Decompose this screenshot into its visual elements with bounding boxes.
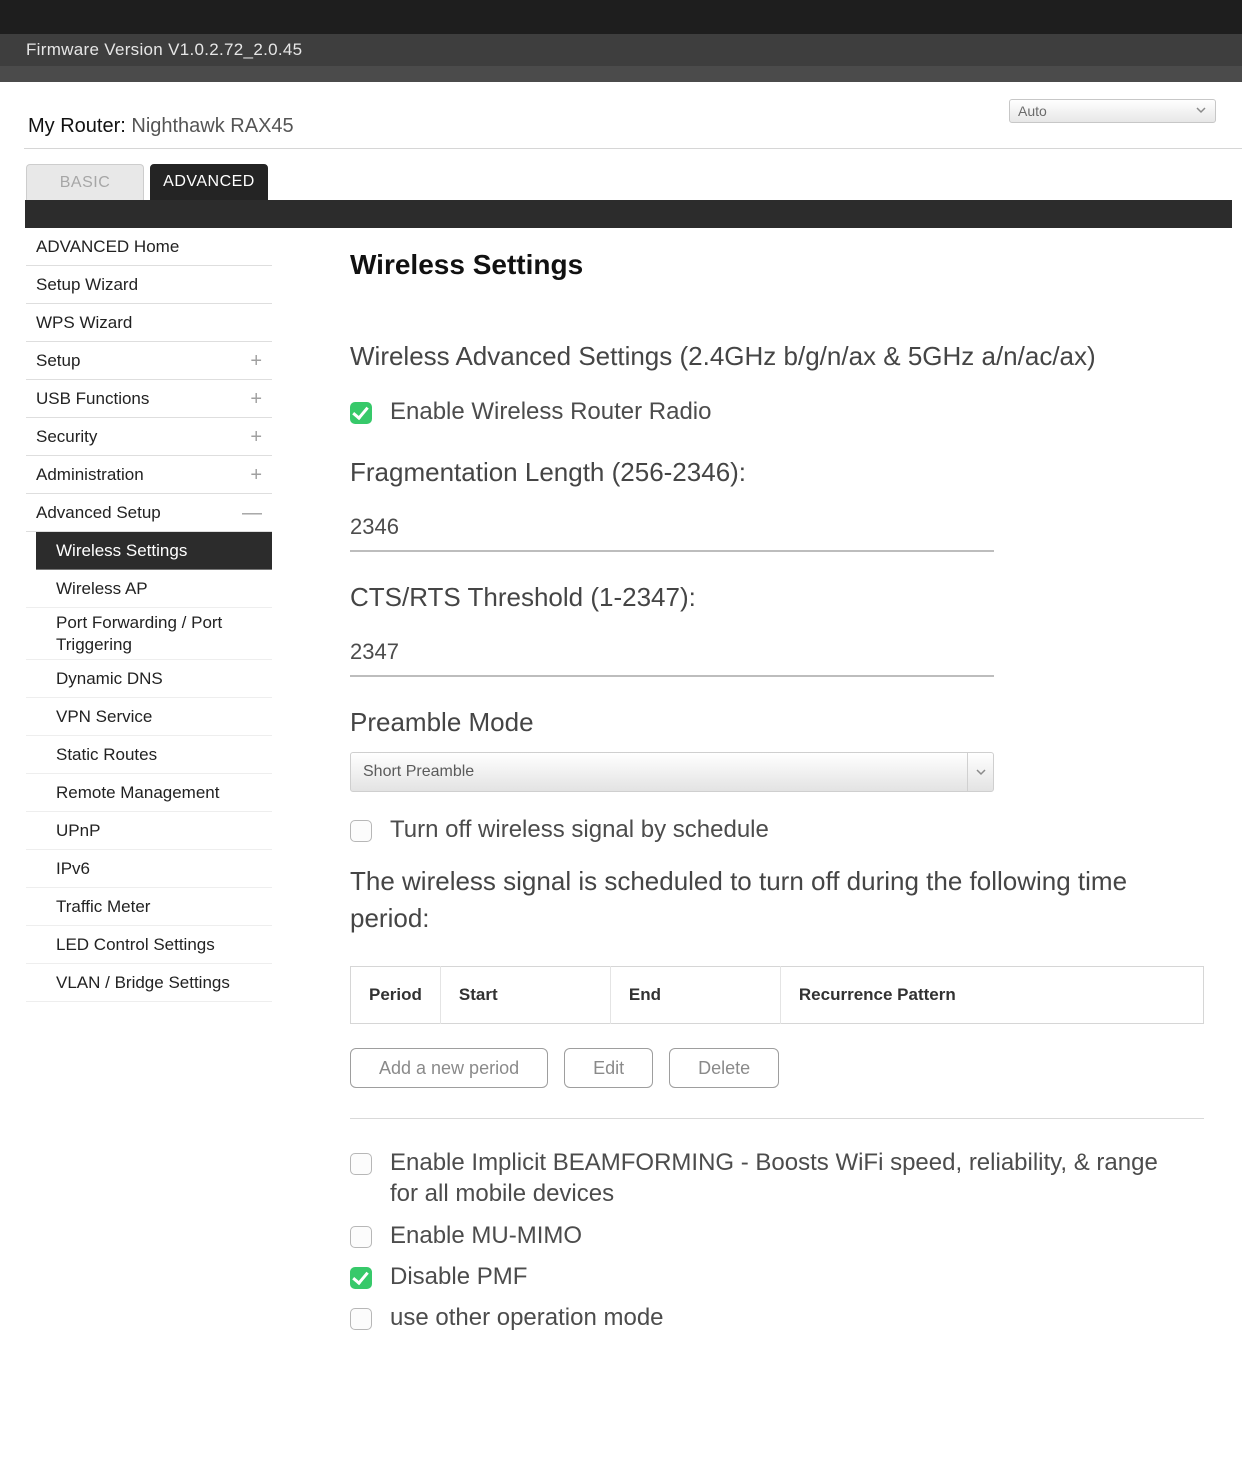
divider bbox=[350, 1118, 1204, 1119]
sidebar-sub-vlan-bridge[interactable]: VLAN / Bridge Settings bbox=[26, 964, 272, 1002]
firmware-version-bar: Firmware Version V1.0.2.72_2.0.45 bbox=[0, 34, 1242, 66]
fragmentation-input[interactable] bbox=[350, 508, 994, 552]
sidebar-admin-label: Administration bbox=[36, 465, 144, 485]
beamforming-label: Enable Implicit BEAMFORMING - Boosts WiF… bbox=[390, 1147, 1190, 1209]
cts-label: CTS/RTS Threshold (1-2347): bbox=[350, 582, 1208, 613]
sidebar-advanced-submenu: Wireless Settings Wireless AP Port Forwa… bbox=[26, 532, 272, 1002]
header: My Router: Nighthawk RAX45 Auto bbox=[0, 82, 1242, 148]
language-select[interactable]: Auto bbox=[1009, 99, 1216, 123]
page-title: Wireless Settings bbox=[350, 249, 1208, 281]
sidebar-administration[interactable]: Administration + bbox=[26, 456, 272, 494]
sidebar-sub-wireless-ap[interactable]: Wireless AP bbox=[26, 570, 272, 608]
sidebar-advanced-home[interactable]: ADVANCED Home bbox=[26, 228, 272, 266]
my-router-line: My Router: Nighthawk RAX45 bbox=[28, 115, 294, 138]
sidebar-advsetup-label: Advanced Setup bbox=[36, 503, 161, 523]
top-bar bbox=[0, 0, 1242, 34]
sidebar-sub-led-control[interactable]: LED Control Settings bbox=[26, 926, 272, 964]
language-select-value: Auto bbox=[1018, 103, 1047, 119]
sidebar-usb-label: USB Functions bbox=[36, 389, 149, 409]
sidebar-sub-port-forwarding[interactable]: Port Forwarding / Port Triggering bbox=[26, 608, 272, 660]
col-end: End bbox=[610, 967, 780, 1024]
sidebar-setup-label: Setup bbox=[36, 351, 80, 371]
plus-icon: + bbox=[250, 351, 262, 371]
preamble-select[interactable]: Short Preamble bbox=[350, 752, 994, 792]
tab-advanced[interactable]: ADVANCED bbox=[150, 164, 268, 200]
preamble-select-value: Short Preamble bbox=[363, 763, 474, 781]
section-header: Wireless Advanced Settings (2.4GHz b/g/n… bbox=[350, 341, 1208, 372]
sidebar-sub-traffic-meter[interactable]: Traffic Meter bbox=[26, 888, 272, 926]
sidebar-sub-wireless-settings[interactable]: Wireless Settings bbox=[36, 532, 272, 570]
sidebar-sub-static-routes[interactable]: Static Routes bbox=[26, 736, 272, 774]
col-period: Period bbox=[351, 967, 441, 1024]
header-divider bbox=[24, 148, 1242, 149]
plus-icon: + bbox=[250, 427, 262, 447]
tab-basic[interactable]: BASIC bbox=[26, 164, 144, 200]
beamforming-row: Enable Implicit BEAMFORMING - Boosts WiF… bbox=[350, 1147, 1208, 1209]
sidebar-advanced-setup[interactable]: Advanced Setup — bbox=[26, 494, 272, 532]
pmf-row: Disable PMF bbox=[350, 1261, 1208, 1292]
schedule-table: Period Start End Recurrence Pattern bbox=[350, 966, 1204, 1024]
sidebar-setup[interactable]: Setup + bbox=[26, 342, 272, 380]
chevron-down-icon bbox=[967, 753, 993, 791]
schedule-description: The wireless signal is scheduled to turn… bbox=[350, 863, 1200, 936]
sidebar-sub-ipv6[interactable]: IPv6 bbox=[26, 850, 272, 888]
add-period-button[interactable]: Add a new period bbox=[350, 1048, 548, 1088]
mumimo-checkbox[interactable] bbox=[350, 1226, 372, 1248]
schedule-off-checkbox[interactable] bbox=[350, 820, 372, 842]
mumimo-label: Enable MU-MIMO bbox=[390, 1220, 582, 1251]
sidebar-setup-wizard[interactable]: Setup Wizard bbox=[26, 266, 272, 304]
opmode-row: use other operation mode bbox=[350, 1302, 1208, 1333]
plus-icon: + bbox=[250, 465, 262, 485]
router-model: Nighthawk RAX45 bbox=[126, 115, 294, 137]
table-header-row: Period Start End Recurrence Pattern bbox=[351, 967, 1204, 1024]
preamble-label: Preamble Mode bbox=[350, 707, 1208, 738]
sidebar-wps-wizard[interactable]: WPS Wizard bbox=[26, 304, 272, 342]
opmode-checkbox[interactable] bbox=[350, 1308, 372, 1330]
sidebar: ADVANCED Home Setup Wizard WPS Wizard Se… bbox=[26, 228, 272, 1002]
enable-radio-checkbox[interactable] bbox=[350, 402, 372, 424]
col-recurrence: Recurrence Pattern bbox=[780, 967, 1203, 1024]
opmode-label: use other operation mode bbox=[390, 1302, 664, 1333]
main-pane: Wireless Settings Wireless Advanced Sett… bbox=[350, 228, 1208, 1343]
minus-icon: — bbox=[242, 503, 262, 523]
enable-radio-row: Enable Wireless Router Radio bbox=[350, 396, 1208, 427]
header-gap bbox=[0, 66, 1242, 82]
pmf-checkbox[interactable] bbox=[350, 1267, 372, 1289]
cts-input[interactable] bbox=[350, 633, 994, 677]
tab-band bbox=[25, 200, 1232, 228]
mumimo-row: Enable MU-MIMO bbox=[350, 1220, 1208, 1251]
sidebar-sub-vpn-service[interactable]: VPN Service bbox=[26, 698, 272, 736]
sidebar-usb-functions[interactable]: USB Functions + bbox=[26, 380, 272, 418]
fragmentation-label: Fragmentation Length (256-2346): bbox=[350, 457, 1208, 488]
sidebar-security-label: Security bbox=[36, 427, 97, 447]
schedule-off-row: Turn off wireless signal by schedule bbox=[350, 814, 1208, 845]
sidebar-security[interactable]: Security + bbox=[26, 418, 272, 456]
chevron-down-icon bbox=[1195, 103, 1207, 119]
my-router-label: My Router: bbox=[28, 115, 126, 137]
sidebar-sub-remote-management[interactable]: Remote Management bbox=[26, 774, 272, 812]
beamforming-checkbox[interactable] bbox=[350, 1153, 372, 1175]
enable-radio-label: Enable Wireless Router Radio bbox=[390, 396, 711, 427]
col-start: Start bbox=[440, 967, 610, 1024]
edit-button[interactable]: Edit bbox=[564, 1048, 653, 1088]
delete-button[interactable]: Delete bbox=[669, 1048, 779, 1088]
sidebar-sub-upnp[interactable]: UPnP bbox=[26, 812, 272, 850]
schedule-off-label: Turn off wireless signal by schedule bbox=[390, 814, 769, 845]
tab-strip: BASIC ADVANCED bbox=[26, 164, 268, 202]
pmf-label: Disable PMF bbox=[390, 1261, 527, 1292]
schedule-button-row: Add a new period Edit Delete bbox=[350, 1048, 1208, 1088]
plus-icon: + bbox=[250, 389, 262, 409]
sidebar-sub-dynamic-dns[interactable]: Dynamic DNS bbox=[26, 660, 272, 698]
